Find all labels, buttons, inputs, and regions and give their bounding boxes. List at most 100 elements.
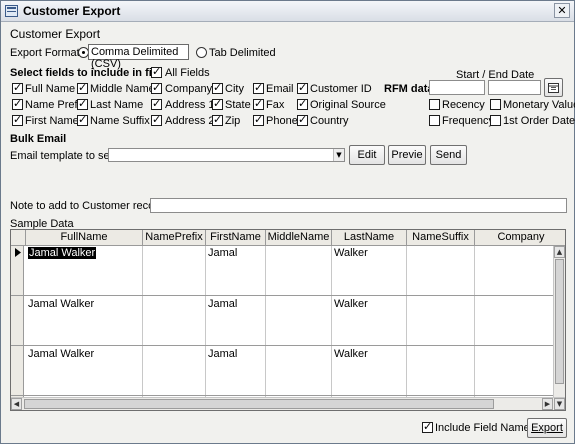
- column-header[interactable]: NameSuffix: [407, 230, 475, 246]
- first-order-date-label: 1st Order Date: [503, 115, 575, 127]
- original-source-label: Original Source: [310, 99, 386, 111]
- middle-name-label: Middle Name: [90, 83, 155, 95]
- csv-radio-label[interactable]: Comma Delimited (CSV): [88, 44, 189, 70]
- close-button[interactable]: ✕: [554, 3, 570, 18]
- zip-checkbox[interactable]: [212, 113, 223, 126]
- original-source-checkbox[interactable]: [297, 97, 308, 110]
- column-header[interactable]: LastName: [332, 230, 407, 246]
- country-label: Country: [310, 115, 349, 127]
- export-button[interactable]: Export: [527, 418, 567, 438]
- first-name-checkbox[interactable]: [12, 113, 23, 126]
- scroll-right-icon[interactable]: ▶: [542, 398, 553, 410]
- name-prefix-checkbox[interactable]: [12, 97, 23, 110]
- address-1-checkbox[interactable]: [151, 97, 162, 110]
- full-name-label: Full Name: [25, 83, 76, 95]
- column-header[interactable]: MiddleName: [266, 230, 332, 246]
- frequency-checkbox[interactable]: [429, 115, 440, 126]
- name-suffix-label: Name Suffix: [90, 115, 150, 127]
- phone-checkbox[interactable]: [253, 113, 264, 126]
- horizontal-scrollbar[interactable]: ◀ ▶ ▼: [11, 397, 565, 410]
- city-checkbox[interactable]: [212, 81, 223, 94]
- middle-name-checkbox[interactable]: [77, 81, 88, 94]
- horizontal-scroll-thumb[interactable]: [24, 399, 494, 409]
- name-suffix-checkbox[interactable]: [77, 113, 88, 126]
- frequency-label: Frequency: [442, 115, 494, 127]
- company-checkbox[interactable]: [151, 81, 162, 94]
- table-cell-fullname[interactable]: Jamal Walker: [28, 247, 97, 259]
- table-cell-firstname[interactable]: Jamal: [208, 247, 237, 259]
- full-name-checkbox[interactable]: [12, 81, 23, 94]
- include-field-names-checkbox[interactable]: [422, 420, 433, 433]
- tab-delimited-radio[interactable]: [196, 47, 207, 58]
- last-name-label: Last Name: [90, 99, 144, 111]
- calendar-button[interactable]: [544, 78, 563, 97]
- customer-export-window: Customer Export ✕ Customer Export Export…: [0, 0, 575, 444]
- all-fields-checkbox[interactable]: [151, 65, 162, 78]
- email-checkbox[interactable]: [253, 81, 264, 94]
- table-cell-lastname[interactable]: Walker: [334, 348, 368, 360]
- fax-label: Fax: [266, 99, 285, 111]
- email-template-select[interactable]: ▼: [108, 148, 345, 162]
- table-cell-lastname[interactable]: Walker: [334, 247, 368, 259]
- company-label: Company: [165, 83, 213, 95]
- table-cell-fullname[interactable]: Jamal Walker: [28, 298, 94, 310]
- row-divider: [11, 395, 555, 396]
- fax-checkbox[interactable]: [253, 97, 264, 110]
- vertical-scroll-thumb[interactable]: [555, 259, 564, 384]
- table-cell-firstname[interactable]: Jamal: [208, 298, 237, 310]
- grid-header: FullName NamePrefix FirstName MiddleName…: [11, 230, 565, 246]
- scroll-down-icon[interactable]: ▼: [554, 398, 565, 410]
- table-cell-lastname[interactable]: Walker: [334, 298, 368, 310]
- export-format-label: Export Format: [10, 47, 80, 59]
- tab-delimited-label: Tab Delimited: [209, 47, 276, 59]
- window-title: Customer Export: [23, 4, 121, 18]
- current-row-arrow-icon: [15, 248, 21, 257]
- form-heading: Customer Export: [10, 27, 101, 41]
- fields-heading: Select fields to include in file: [10, 67, 161, 79]
- column-divider: [331, 246, 332, 398]
- send-button[interactable]: Send: [430, 145, 467, 165]
- zip-label: Zip: [225, 115, 241, 127]
- email-template-label: Email template to send: [10, 150, 122, 162]
- dropdown-arrow-icon[interactable]: ▼: [333, 149, 344, 161]
- country-checkbox[interactable]: [297, 113, 308, 126]
- end-date-input[interactable]: [488, 80, 541, 95]
- row-divider: [11, 345, 555, 346]
- start-date-input[interactable]: [429, 80, 485, 95]
- column-header[interactable]: Company: [475, 230, 565, 246]
- title-bar[interactable]: Customer Export ✕: [1, 1, 574, 22]
- column-header[interactable]: FirstName: [206, 230, 266, 246]
- include-field-names-label: Include Field Names: [435, 422, 536, 434]
- address-1-label: Address 1: [165, 99, 215, 111]
- rfm-label: RFM data: [384, 83, 434, 95]
- scroll-up-icon[interactable]: ▲: [554, 246, 565, 258]
- monetary-value-checkbox[interactable]: [490, 99, 501, 110]
- scroll-left-icon[interactable]: ◀: [11, 398, 22, 410]
- sample-data-grid[interactable]: FullName NamePrefix FirstName MiddleName…: [10, 229, 566, 411]
- last-name-checkbox[interactable]: [77, 97, 88, 110]
- customer-id-label: Customer ID: [310, 83, 372, 95]
- table-cell-fullname[interactable]: Jamal Walker: [28, 348, 94, 360]
- table-cell-firstname[interactable]: Jamal: [208, 348, 237, 360]
- recency-label: Recency: [442, 99, 485, 111]
- grid-corner: [11, 230, 26, 246]
- note-input[interactable]: [150, 198, 567, 213]
- column-header[interactable]: FullName: [26, 230, 143, 246]
- export-button-label: Export: [531, 422, 563, 434]
- state-label: State: [225, 99, 251, 111]
- column-divider: [474, 246, 475, 398]
- address-2-checkbox[interactable]: [151, 113, 162, 126]
- state-checkbox[interactable]: [212, 97, 223, 110]
- recency-checkbox[interactable]: [429, 99, 440, 110]
- first-order-date-checkbox[interactable]: [490, 115, 501, 126]
- preview-button[interactable]: Previe: [388, 145, 426, 165]
- customer-id-checkbox[interactable]: [297, 81, 308, 94]
- email-label: Email: [266, 83, 294, 95]
- row-selector-column[interactable]: [11, 246, 24, 398]
- monetary-value-label: Monetary Value: [503, 99, 575, 111]
- column-header[interactable]: NamePrefix: [143, 230, 206, 246]
- vertical-scrollbar[interactable]: ▲: [553, 246, 565, 398]
- column-divider: [142, 246, 143, 398]
- calendar-icon: [548, 83, 559, 93]
- edit-button[interactable]: Edit: [349, 145, 385, 165]
